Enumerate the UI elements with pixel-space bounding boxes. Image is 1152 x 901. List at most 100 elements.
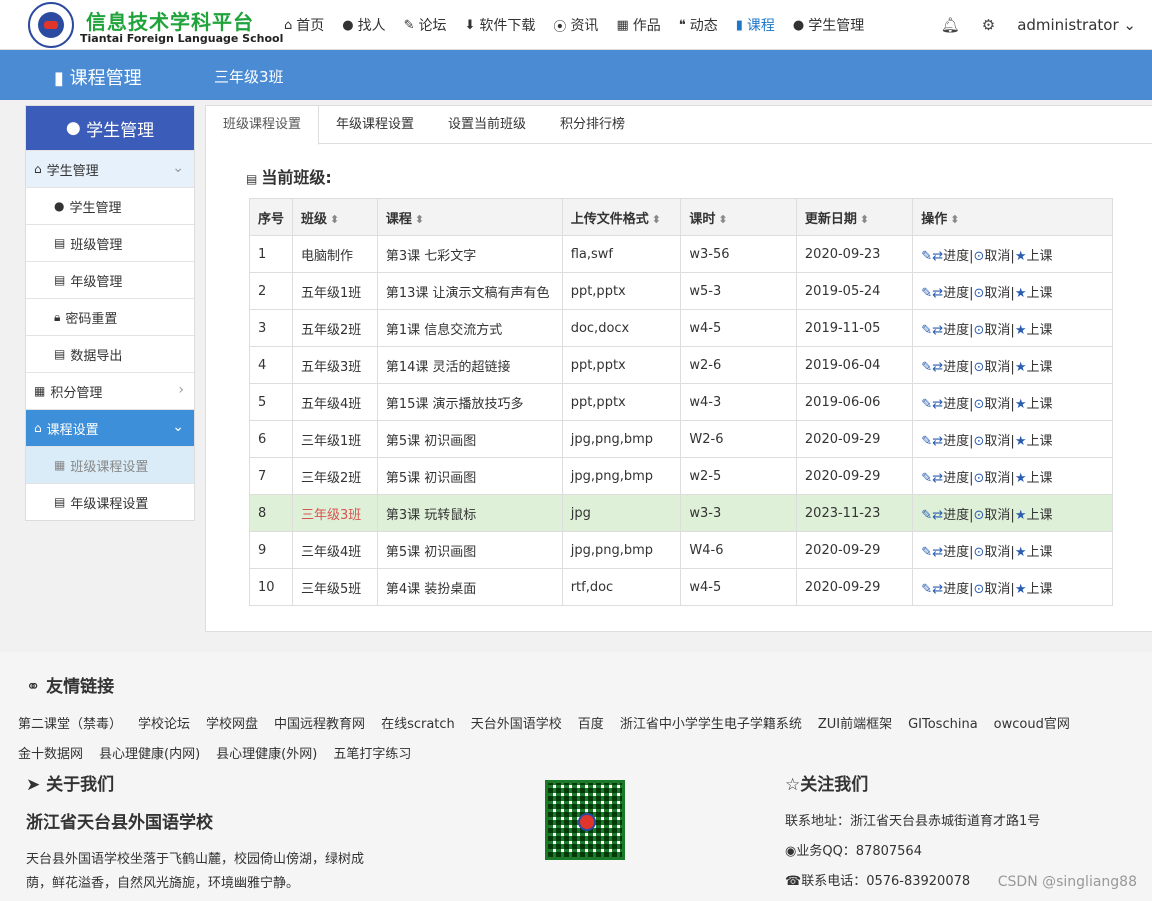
progress-link[interactable]: ⇄进度 — [932, 286, 969, 301]
start-label: 上课 — [1026, 396, 1053, 412]
friend-link[interactable]: owcoud官网 — [994, 717, 1070, 732]
friend-link[interactable]: 县心理健康(外网) — [216, 747, 317, 762]
table-cell: doc,docx — [561, 309, 682, 347]
progress-link[interactable]: ⇄进度 — [932, 508, 969, 523]
friend-link[interactable]: 五笔打字练习 — [333, 747, 411, 762]
column-header[interactable]: 课程 ⬍ — [376, 198, 563, 236]
sidebar-item-1[interactable]: ● 学生管理 — [26, 187, 194, 224]
start-class-link[interactable]: ★上课 — [1015, 508, 1053, 523]
tab-3[interactable]: 积分排行榜 — [543, 106, 642, 144]
column-header[interactable]: 上传文件格式 ⬍ — [561, 198, 682, 236]
cancel-link[interactable]: ⊙取消 — [974, 397, 1011, 412]
start-class-link[interactable]: ★上课 — [1015, 249, 1053, 264]
edit-icon[interactable]: ✎ — [921, 360, 932, 375]
sidebar-item-8[interactable]: ▦ 班级课程设置 — [26, 446, 194, 483]
table-cell: ppt,pptx — [561, 383, 682, 421]
sidebar-item-4[interactable]: 🔒︎ 密码重置 — [26, 298, 194, 335]
cancel-link[interactable]: ⊙取消 — [974, 434, 1011, 449]
progress-link[interactable]: ⇄进度 — [932, 582, 969, 597]
friend-link[interactable]: 天台外国语学校 — [471, 717, 562, 732]
progress-link[interactable]: ⇄进度 — [932, 471, 969, 486]
friend-link[interactable]: ZUI前端框架 — [818, 717, 892, 732]
list-icon: ▤ — [54, 236, 66, 250]
friend-link[interactable]: 县心理健康(内网) — [99, 747, 200, 762]
progress-link[interactable]: ⇄进度 — [932, 249, 969, 264]
cancel-link[interactable]: ⊙取消 — [974, 582, 1011, 597]
edit-icon[interactable]: ✎ — [921, 286, 932, 301]
nav-item-0[interactable]: ⌂ 首页 — [284, 15, 324, 35]
sidebar-item-5[interactable]: ▤ 数据导出 — [26, 335, 194, 372]
sidebar-item-7[interactable]: ⌂ 课程设置 ⌄ — [26, 409, 194, 446]
edit-icon[interactable]: ✎ — [921, 582, 932, 597]
progress-link[interactable]: ⇄进度 — [932, 360, 969, 375]
tab-bar: 班级课程设置 年级课程设置 设置当前班级 积分排行榜 — [206, 106, 1152, 145]
sidebar-item-label: 班级课程设置 — [70, 459, 149, 475]
tab-2[interactable]: 设置当前班级 — [431, 106, 543, 144]
row-actions: ✎⇄进度|⊙取消|★上课 — [912, 272, 1113, 310]
nav-item-2[interactable]: ✎ 论坛 — [404, 15, 447, 35]
cancel-link[interactable]: ⊙取消 — [974, 508, 1011, 523]
cancel-label: 取消 — [984, 248, 1011, 264]
column-header[interactable]: 班级 ⬍ — [292, 198, 378, 236]
edit-icon[interactable]: ✎ — [921, 508, 932, 523]
nav-item-7[interactable]: ▮ 课程 — [736, 15, 775, 35]
current-class-label: ▤ 当前班级: — [246, 164, 332, 188]
sidebar-item-0[interactable]: ⌂ 学生管理 ⌄ — [26, 150, 194, 187]
table-cell: 三年级3班 — [292, 494, 378, 532]
breadcrumb: 三年级3班 — [214, 68, 284, 86]
friend-link[interactable]: 金十数据网 — [18, 747, 83, 762]
sidebar-item-2[interactable]: ▤ 班级管理 — [26, 224, 194, 261]
progress-link[interactable]: ⇄进度 — [932, 434, 969, 449]
edit-icon[interactable]: ✎ — [921, 471, 932, 486]
cancel-link[interactable]: ⊙取消 — [974, 249, 1011, 264]
friend-link[interactable]: 百度 — [578, 717, 604, 732]
tab-0[interactable]: 班级课程设置 — [206, 106, 320, 145]
friend-link[interactable]: 第二课堂（禁毒） — [18, 717, 122, 732]
sidebar-item-9[interactable]: ▤ 年级课程设置 — [26, 483, 194, 520]
nav-item-8[interactable]: ● 学生管理 — [793, 15, 864, 35]
start-class-link[interactable]: ★上课 — [1015, 286, 1053, 301]
start-class-link[interactable]: ★上课 — [1015, 397, 1053, 412]
sidebar-item-6[interactable]: ▦ 积分管理 › — [26, 372, 194, 409]
nav-item-3[interactable]: ⬇ 软件下载 — [465, 15, 536, 35]
gear-icon[interactable]: ⚙ — [982, 16, 995, 34]
friend-link[interactable]: 学校网盘 — [206, 717, 258, 732]
column-header[interactable]: 课时 ⬍ — [680, 198, 797, 236]
cancel-label: 取消 — [984, 581, 1011, 597]
bell-icon[interactable]: 🔔︎ — [941, 16, 960, 34]
start-class-link[interactable]: ★上课 — [1015, 582, 1053, 597]
nav-item-4[interactable]: ⦿ 资讯 — [553, 15, 598, 35]
cancel-link[interactable]: ⊙取消 — [974, 323, 1011, 338]
friend-link[interactable]: 学校论坛 — [138, 717, 190, 732]
edit-icon[interactable]: ✎ — [921, 323, 932, 338]
nav-item-1[interactable]: ● 找人 — [342, 15, 385, 35]
cancel-link[interactable]: ⊙取消 — [974, 471, 1011, 486]
start-class-link[interactable]: ★上课 — [1015, 545, 1053, 560]
edit-icon[interactable]: ✎ — [921, 397, 932, 412]
start-class-link[interactable]: ★上课 — [1015, 323, 1053, 338]
friend-link[interactable]: GIToschina — [908, 717, 978, 732]
nav-item-6[interactable]: ❝ 动态 — [679, 15, 718, 35]
progress-link[interactable]: ⇄进度 — [932, 397, 969, 412]
cancel-link[interactable]: ⊙取消 — [974, 360, 1011, 375]
friend-link[interactable]: 浙江省中小学学生电子学籍系统 — [620, 717, 802, 732]
edit-icon[interactable]: ✎ — [921, 434, 932, 449]
sidebar-item-3[interactable]: ▤ 年级管理 — [26, 261, 194, 298]
nav-item-5[interactable]: ▦ 作品 — [616, 15, 660, 35]
edit-icon[interactable]: ✎ — [921, 249, 932, 264]
edit-icon[interactable]: ✎ — [921, 545, 932, 560]
tab-1[interactable]: 年级课程设置 — [319, 106, 431, 144]
start-class-link[interactable]: ★上课 — [1015, 434, 1053, 449]
user-menu[interactable]: administrator ⌄ — [1017, 16, 1136, 34]
start-class-link[interactable]: ★上课 — [1015, 360, 1053, 375]
progress-link[interactable]: ⇄进度 — [932, 323, 969, 338]
cancel-link[interactable]: ⊙取消 — [974, 286, 1011, 301]
column-header[interactable]: 更新日期 ⬍ — [795, 198, 914, 236]
start-class-link[interactable]: ★上课 — [1015, 471, 1053, 486]
progress-link[interactable]: ⇄进度 — [932, 545, 969, 560]
site-logo[interactable]: 信息技术学科平台 Tiantai Foreign Language School — [28, 2, 283, 48]
cancel-link[interactable]: ⊙取消 — [974, 545, 1011, 560]
friend-link[interactable]: 在线scratch — [381, 717, 455, 732]
column-header[interactable]: 操作 ⬍ — [912, 198, 1113, 236]
friend-link[interactable]: 中国远程教育网 — [274, 717, 365, 732]
